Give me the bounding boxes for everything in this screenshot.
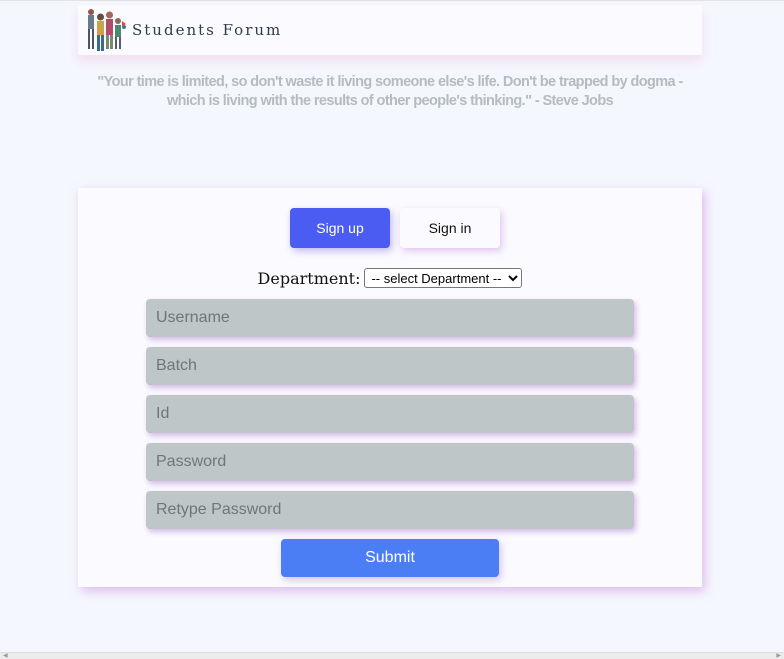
scroll-right-icon[interactable]: ▶ <box>776 652 781 659</box>
students-group-logo[interactable] <box>84 7 128 53</box>
department-label: Department: <box>257 268 361 288</box>
tab-sign-up[interactable]: Sign up <box>290 208 390 248</box>
page: Students Forum "Your time is limited, so… <box>0 0 784 659</box>
id-input[interactable] <box>146 395 634 433</box>
auth-card: Sign up Sign in Department: -- select De… <box>78 188 702 587</box>
department-select[interactable]: -- select Department -- <box>364 268 523 288</box>
retype-password-input[interactable] <box>146 491 634 529</box>
scroll-left-icon[interactable]: ◀ <box>3 652 8 659</box>
site-title[interactable]: Students Forum <box>132 21 282 39</box>
department-row: Department: -- select Department -- <box>78 268 702 288</box>
students-group-icon <box>88 9 126 51</box>
tab-sign-in[interactable]: Sign in <box>400 208 500 248</box>
password-input[interactable] <box>146 443 634 481</box>
username-input[interactable] <box>146 299 634 337</box>
quote-text: "Your time is limited, so don't waste it… <box>97 74 683 109</box>
auth-tabs: Sign up Sign in <box>78 208 702 248</box>
horizontal-scrollbar[interactable]: ◀ ▶ <box>0 652 784 659</box>
site-header: Students Forum <box>78 5 702 55</box>
batch-input[interactable] <box>146 347 634 385</box>
submit-button[interactable]: Submit <box>281 539 499 577</box>
